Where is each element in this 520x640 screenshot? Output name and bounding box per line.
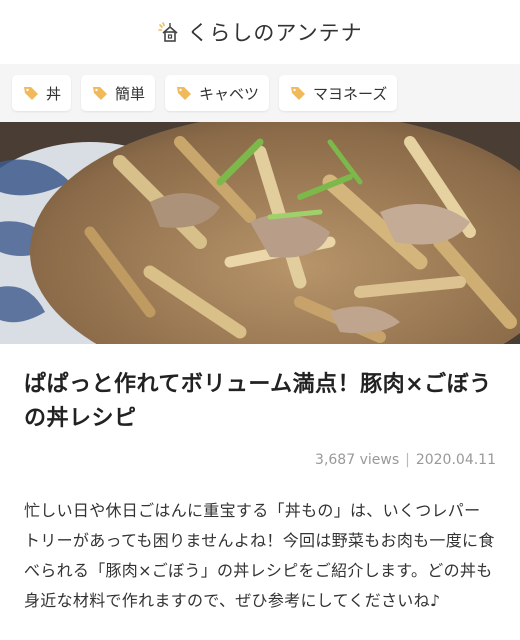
- site-header: くらしのアンテナ: [0, 0, 520, 64]
- site-name: くらしのアンテナ: [187, 21, 363, 45]
- article-title[interactable]: ぱぱっと作れてボリューム満点！豚肉×ごぼうの丼レシピ: [24, 368, 496, 436]
- article-meta: 3,687 views | 2020.04.11: [24, 452, 496, 468]
- meta-separator: |: [405, 452, 410, 468]
- tag-label: マヨネーズ: [313, 84, 388, 103]
- tag-icon: [291, 87, 306, 100]
- tag-icon: [177, 87, 192, 100]
- tag-label: 簡単: [115, 84, 146, 103]
- article-description: 忙しい日や休日ごはんに重宝する「丼もの」は、いくつレパートリーがあっても困りませ…: [24, 501, 495, 610]
- tag-item-cabbage[interactable]: キャベツ: [165, 75, 270, 111]
- tag-item-don[interactable]: 丼: [12, 75, 72, 111]
- site-logo[interactable]: くらしのアンテナ: [157, 17, 362, 47]
- article: ぱぱっと作れてボリューム満点！豚肉×ごぼうの丼レシピ 3,687 views | 2…: [0, 368, 520, 616]
- tag-icon: [93, 87, 108, 100]
- tag-label: キャベツ: [199, 84, 260, 103]
- recipe-hero-image[interactable]: [0, 122, 520, 344]
- tag-icon: [24, 87, 38, 100]
- publish-date: 2020.04.11: [415, 452, 496, 468]
- tag-label: 丼: [46, 84, 62, 103]
- tag-item-mayonnaise[interactable]: マヨネーズ: [279, 75, 398, 111]
- tag-bar: 丼 簡単 キャベツ マヨネーズ: [0, 64, 520, 122]
- tag-item-easy[interactable]: 簡単: [81, 75, 156, 111]
- view-count: 3,687 views: [315, 452, 400, 468]
- house-antenna-icon: [158, 22, 178, 42]
